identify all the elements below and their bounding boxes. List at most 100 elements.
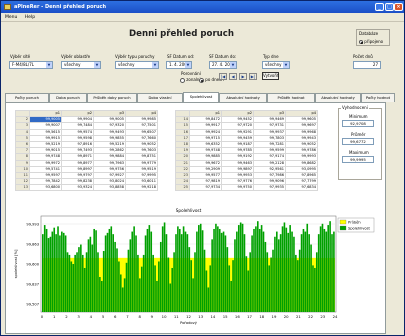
close-button[interactable]: × xyxy=(394,3,403,11)
tab-5[interactable]: Absolutní hodnoty xyxy=(219,93,267,102)
x-tick-label: 13 xyxy=(198,314,203,319)
bar xyxy=(274,236,276,312)
minimum-label: Minimum xyxy=(349,114,368,119)
radio-icon xyxy=(180,77,185,83)
title-bar: aPlneRer - Denni přehled poruch _ □ × xyxy=(1,1,404,13)
bar xyxy=(325,231,328,312)
bar xyxy=(87,239,90,312)
bar xyxy=(161,226,164,312)
bar xyxy=(264,241,267,312)
x-tick-label: 2 xyxy=(65,314,68,319)
bar xyxy=(127,249,130,312)
summary-title: Vyhodnoceni xyxy=(341,105,369,110)
prev-button[interactable]: ◀ xyxy=(229,73,237,80)
bar xyxy=(199,223,202,312)
bar xyxy=(148,225,151,312)
area-label: Výběr oblastře xyxy=(61,54,91,59)
table-cell[interactable]: 97,6834 xyxy=(285,184,318,192)
fault-type-select-value: všechny xyxy=(118,62,135,67)
tab-3[interactable]: Doba vlastní xyxy=(137,93,183,102)
bar xyxy=(125,262,128,312)
table-row[interactable]: 13 93,6800 93,9324 93,8858 99,9218 xyxy=(15,184,158,192)
bar xyxy=(215,223,217,312)
bar xyxy=(158,261,160,312)
tab-2[interactable]: Průběh doby poruch xyxy=(87,93,137,102)
maximize-button[interactable]: □ xyxy=(385,3,394,11)
bar xyxy=(329,221,331,312)
bar xyxy=(106,232,109,312)
maximum-value: 99,9995 xyxy=(342,156,374,163)
bar xyxy=(300,234,303,312)
legend-swatch xyxy=(339,225,347,231)
bar xyxy=(256,221,259,312)
tab-1[interactable]: Doba poruch xyxy=(49,93,87,102)
day-type-select[interactable]: všechny ▼ xyxy=(262,61,290,69)
bar xyxy=(234,239,236,312)
tab-bar: Počty poruch Doba poruch Průběh doby poruc… xyxy=(5,92,395,102)
site-select[interactable]: F-M4/8L/7L ▼ xyxy=(9,61,53,69)
table-cell[interactable]: 99,9218 xyxy=(125,184,158,192)
bar xyxy=(306,223,309,312)
bar xyxy=(178,228,181,312)
bar xyxy=(85,252,88,312)
bar xyxy=(247,270,250,312)
date-from-input[interactable]: 1. 4. 2001 ▼ xyxy=(166,61,192,69)
create-button[interactable]: Vytvořit xyxy=(262,72,279,80)
area-select[interactable]: všechny ▼ xyxy=(61,61,101,69)
minimize-button[interactable]: _ xyxy=(375,3,384,11)
bar xyxy=(281,226,284,312)
tab-0[interactable]: Počty poruch xyxy=(5,93,49,102)
deficit-mark xyxy=(312,257,314,266)
bar xyxy=(213,228,215,312)
bar xyxy=(314,267,316,312)
tab-4[interactable]: Spolehlivost xyxy=(183,92,219,102)
minimum-value: 92,9708 xyxy=(342,120,374,127)
tab-6[interactable]: Průběh hodnot xyxy=(267,93,315,102)
bar xyxy=(102,251,105,312)
table-cell[interactable]: 97,9935 xyxy=(253,184,286,192)
site-label: Výběr sítě xyxy=(10,54,31,59)
x-tick-label: 20 xyxy=(284,314,289,319)
bar xyxy=(232,260,234,312)
bar xyxy=(61,231,63,312)
comparison-option-zonal[interactable]: zonalni xyxy=(180,77,201,83)
bar xyxy=(144,235,147,312)
next-button[interactable]: ▶ xyxy=(239,73,247,80)
bar xyxy=(255,226,257,312)
deficit-mark xyxy=(205,257,208,271)
bar xyxy=(230,280,232,312)
app-icon xyxy=(4,4,11,10)
deficit-mark xyxy=(207,257,210,288)
date-to-label: SF Datum do: xyxy=(209,54,237,59)
bar xyxy=(186,234,189,312)
days-count-label: Počet dnů xyxy=(353,54,373,59)
fault-type-select[interactable]: všechny ▼ xyxy=(115,61,159,69)
bar xyxy=(95,230,97,312)
table-cell[interactable]: 97,9734 xyxy=(189,184,222,192)
deficit-mark xyxy=(209,257,212,266)
page-title: Denni přehled poruch xyxy=(129,29,235,39)
bar xyxy=(272,249,274,312)
table-cell[interactable]: 93,9324 xyxy=(61,184,94,192)
menu-item-menu[interactable]: Menu xyxy=(5,15,17,20)
chart-title: Spolehlivost xyxy=(176,208,202,213)
table-cell[interactable]: 93,6800 xyxy=(29,184,62,192)
table-cell[interactable]: 93,8858 xyxy=(93,184,126,192)
first-button[interactable]: |◀ xyxy=(219,73,227,80)
table-row[interactable]: 25 97,9734 99,9750 97,9935 97,6834 xyxy=(175,184,318,192)
bar xyxy=(270,257,272,312)
bar xyxy=(331,234,333,312)
date-to-input[interactable]: 27. 4. 2001 ▼ xyxy=(209,61,237,69)
tab-7[interactable]: Absolutní hodnoty xyxy=(315,93,361,102)
bar xyxy=(260,225,263,312)
last-button[interactable]: ▶| xyxy=(249,73,257,80)
table-cell[interactable]: 99,9750 xyxy=(221,184,254,192)
average-value: 99,6772 xyxy=(342,138,374,145)
tab-8[interactable]: Počty hodnot xyxy=(361,93,395,102)
bar xyxy=(114,241,116,312)
x-tick-label: 12 xyxy=(186,314,191,319)
bar xyxy=(192,278,194,312)
x-tick-label: 22 xyxy=(308,314,313,319)
menu-item-help[interactable]: Help xyxy=(25,15,35,20)
bar xyxy=(207,287,210,312)
